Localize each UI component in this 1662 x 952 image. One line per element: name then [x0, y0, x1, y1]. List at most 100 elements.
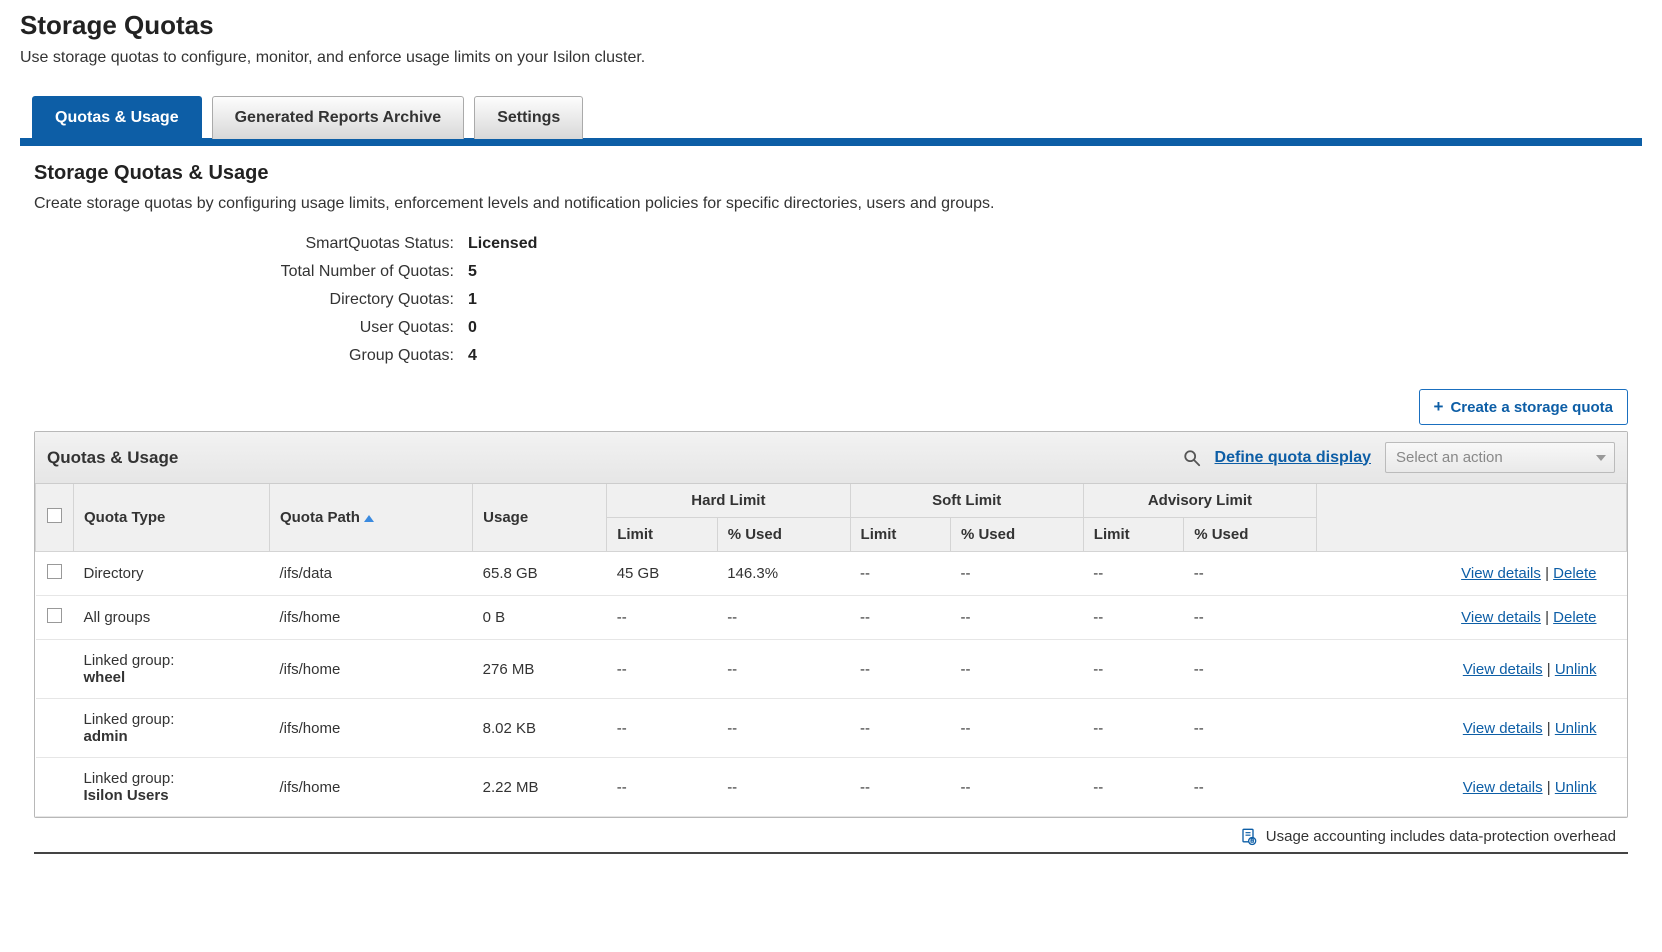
create-storage-quota-button[interactable]: + Create a storage quota	[1419, 389, 1628, 425]
stat-total-label: Total Number of Quotas:	[34, 263, 454, 281]
quotas-table: Quota Type Quota Path Usage Hard Limit S…	[35, 484, 1627, 817]
cell-soft-limit: --	[850, 640, 950, 699]
cell-soft-limit: --	[850, 758, 950, 817]
col-adv-pct[interactable]: % Used	[1184, 518, 1317, 552]
cell-hard-pct: --	[717, 596, 850, 640]
tab-settings[interactable]: Settings	[474, 96, 583, 139]
plus-icon: +	[1434, 397, 1444, 417]
delete-link[interactable]: Delete	[1553, 565, 1596, 582]
bulk-action-select[interactable]: Select an action	[1385, 442, 1615, 473]
table-row: All groups/ifs/home0 B------------View d…	[36, 596, 1627, 640]
section-heading: Storage Quotas & Usage	[34, 162, 1628, 185]
cell-hard-limit: 45 GB	[607, 552, 717, 596]
page-title: Storage Quotas	[20, 10, 1642, 41]
magnifier-icon	[1183, 449, 1201, 467]
cell-soft-pct: --	[950, 552, 1083, 596]
stat-status-value: Licensed	[468, 235, 1628, 253]
tab-generated-reports[interactable]: Generated Reports Archive	[212, 96, 465, 139]
col-quota-path[interactable]: Quota Path	[269, 484, 472, 552]
col-hard-limit-group: Hard Limit	[607, 484, 850, 518]
row-checkbox[interactable]	[47, 608, 62, 623]
cell-quota-type: Linked group:wheel	[74, 640, 270, 699]
cell-actions: View details | Unlink	[1317, 699, 1627, 758]
cell-quota-type: All groups	[74, 596, 270, 640]
stat-group-label: Group Quotas:	[34, 347, 454, 365]
cell-adv-limit: --	[1083, 758, 1183, 817]
cell-adv-pct: --	[1184, 699, 1317, 758]
cell-hard-limit: --	[607, 596, 717, 640]
unlink-link[interactable]: Unlink	[1555, 779, 1597, 796]
col-usage[interactable]: Usage	[473, 484, 607, 552]
stat-group-value: 4	[468, 347, 1628, 365]
cell-hard-pct: --	[717, 758, 850, 817]
cell-adv-pct: --	[1184, 596, 1317, 640]
cell-soft-pct: --	[950, 596, 1083, 640]
overhead-icon	[1238, 826, 1258, 846]
view-details-link[interactable]: View details	[1463, 661, 1543, 678]
cell-soft-limit: --	[850, 552, 950, 596]
col-hard-limit[interactable]: Limit	[607, 518, 717, 552]
cell-quota-path: /ifs/data	[269, 552, 472, 596]
cell-usage: 276 MB	[473, 640, 607, 699]
stat-directory-value: 1	[468, 291, 1628, 309]
cell-soft-pct: --	[950, 699, 1083, 758]
tab-quotas-usage[interactable]: Quotas & Usage	[32, 96, 202, 139]
table-row: Linked group:Isilon Users/ifs/home2.22 M…	[36, 758, 1627, 817]
cell-adv-limit: --	[1083, 699, 1183, 758]
tab-row: Quotas & Usage Generated Reports Archive…	[20, 95, 1642, 146]
quotas-panel: Quotas & Usage Define quota display Sele…	[34, 431, 1628, 818]
cell-hard-pct: --	[717, 640, 850, 699]
stat-status-label: SmartQuotas Status:	[34, 235, 454, 253]
col-adv-limit[interactable]: Limit	[1083, 518, 1183, 552]
cell-quota-type: Linked group:Isilon Users	[74, 758, 270, 817]
cell-adv-pct: --	[1184, 640, 1317, 699]
view-details-link[interactable]: View details	[1461, 609, 1541, 626]
unlink-link[interactable]: Unlink	[1555, 661, 1597, 678]
cell-hard-pct: --	[717, 699, 850, 758]
col-soft-pct[interactable]: % Used	[950, 518, 1083, 552]
cell-adv-limit: --	[1083, 552, 1183, 596]
col-advisory-limit-group: Advisory Limit	[1083, 484, 1316, 518]
cell-quota-path: /ifs/home	[269, 699, 472, 758]
cell-adv-pct: --	[1184, 758, 1317, 817]
cell-actions: View details | Unlink	[1317, 640, 1627, 699]
sort-asc-icon	[364, 515, 374, 522]
cell-usage: 2.22 MB	[473, 758, 607, 817]
cell-actions: View details | Unlink	[1317, 758, 1627, 817]
cell-actions: View details | Delete	[1317, 552, 1627, 596]
quota-stats: SmartQuotas Status: Licensed Total Numbe…	[34, 235, 1628, 365]
cell-usage: 8.02 KB	[473, 699, 607, 758]
view-details-link[interactable]: View details	[1463, 779, 1543, 796]
view-details-link[interactable]: View details	[1463, 720, 1543, 737]
panel-title: Quotas & Usage	[47, 448, 1169, 468]
cell-soft-limit: --	[850, 699, 950, 758]
page-description: Use storage quotas to configure, monitor…	[20, 49, 1642, 67]
cell-usage: 65.8 GB	[473, 552, 607, 596]
table-row: Linked group:admin/ifs/home8.02 KB------…	[36, 699, 1627, 758]
cell-quota-path: /ifs/home	[269, 758, 472, 817]
view-details-link[interactable]: View details	[1461, 565, 1541, 582]
define-quota-display-link[interactable]: Define quota display	[1215, 449, 1371, 467]
cell-hard-limit: --	[607, 699, 717, 758]
cell-soft-pct: --	[950, 758, 1083, 817]
footer-note-text: Usage accounting includes data-protectio…	[1266, 828, 1616, 845]
cell-soft-limit: --	[850, 596, 950, 640]
cell-soft-pct: --	[950, 640, 1083, 699]
cell-hard-limit: --	[607, 640, 717, 699]
delete-link[interactable]: Delete	[1553, 609, 1596, 626]
cell-quota-path: /ifs/home	[269, 596, 472, 640]
stat-user-label: User Quotas:	[34, 319, 454, 337]
table-row: Linked group:wheel/ifs/home276 MB-------…	[36, 640, 1627, 699]
section-description: Create storage quotas by configuring usa…	[34, 195, 1628, 213]
unlink-link[interactable]: Unlink	[1555, 720, 1597, 737]
stat-user-value: 0	[468, 319, 1628, 337]
create-button-label: Create a storage quota	[1450, 399, 1613, 416]
col-hard-pct[interactable]: % Used	[717, 518, 850, 552]
row-checkbox[interactable]	[47, 564, 62, 579]
cell-quota-type: Directory	[74, 552, 270, 596]
col-soft-limit[interactable]: Limit	[850, 518, 950, 552]
stat-directory-label: Directory Quotas:	[34, 291, 454, 309]
col-quota-type[interactable]: Quota Type	[74, 484, 270, 552]
cell-hard-limit: --	[607, 758, 717, 817]
select-all-checkbox[interactable]	[47, 508, 62, 523]
